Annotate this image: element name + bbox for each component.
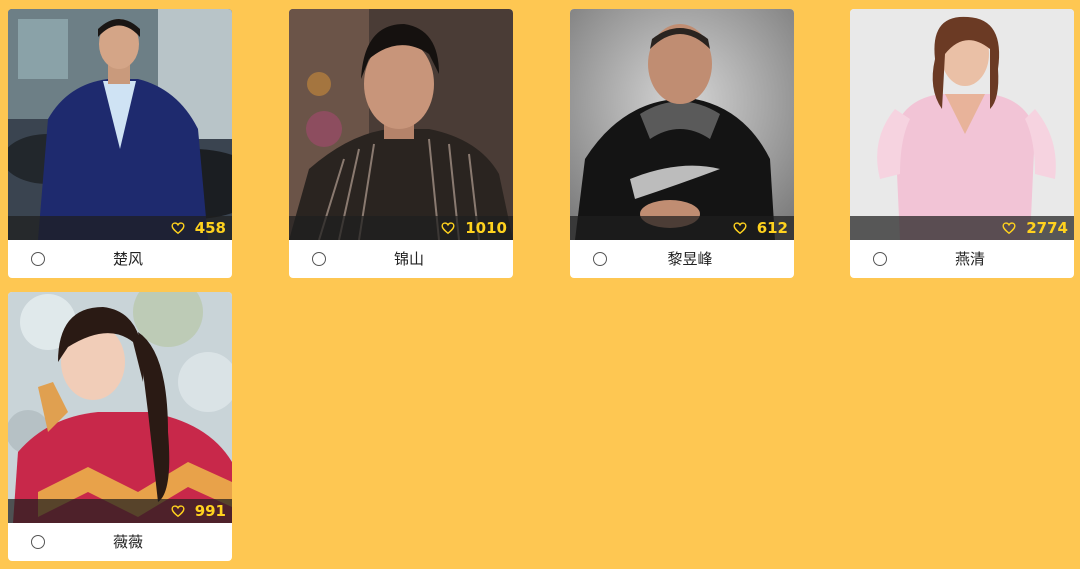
vote-count: 612	[756, 219, 788, 237]
contestant-card[interactable]: 458 楚风	[8, 9, 232, 278]
card-footer: 黎昱峰	[570, 240, 794, 278]
select-radio[interactable]	[31, 535, 45, 549]
vote-bar: 1010	[289, 216, 513, 240]
contestant-photo[interactable]: 991	[8, 292, 232, 523]
contestant-card[interactable]: 991 薇薇	[8, 292, 232, 561]
heart-icon[interactable]	[1002, 221, 1016, 235]
card-footer: 薇薇	[8, 523, 232, 561]
heart-icon[interactable]	[171, 504, 185, 518]
contestant-card[interactable]: 612 黎昱峰	[570, 9, 794, 278]
vote-bar: 458	[8, 216, 232, 240]
contestant-name: 燕清	[954, 250, 985, 268]
vote-count: 2774	[1026, 219, 1068, 237]
contestant-photo[interactable]: 2774	[850, 9, 1074, 240]
heart-icon[interactable]	[171, 221, 185, 235]
vote-bar: 2774	[850, 216, 1074, 240]
vote-bar: 991	[8, 499, 232, 523]
contestant-name: 锦山	[393, 250, 424, 268]
vote-count: 458	[194, 219, 226, 237]
contestant-card[interactable]: 1010 锦山	[289, 9, 513, 278]
vote-count: 991	[194, 502, 226, 520]
select-radio[interactable]	[873, 252, 887, 266]
vote-count: 1010	[465, 219, 507, 237]
contestant-card[interactable]: 2774 燕清	[850, 9, 1074, 278]
select-radio[interactable]	[31, 252, 45, 266]
heart-icon[interactable]	[733, 221, 747, 235]
contestant-name: 楚风	[112, 250, 143, 268]
contestant-name: 薇薇	[112, 533, 143, 551]
contestant-photo[interactable]: 458	[8, 9, 232, 240]
card-footer: 燕清	[850, 240, 1074, 278]
card-footer: 楚风	[8, 240, 232, 278]
select-radio[interactable]	[593, 252, 607, 266]
vote-bar: 612	[570, 216, 794, 240]
select-radio[interactable]	[312, 252, 326, 266]
heart-icon[interactable]	[441, 221, 455, 235]
contestant-name: 黎昱峰	[667, 250, 713, 268]
contestant-photo[interactable]: 612	[570, 9, 794, 240]
card-footer: 锦山	[289, 240, 513, 278]
contestant-photo[interactable]: 1010	[289, 9, 513, 240]
